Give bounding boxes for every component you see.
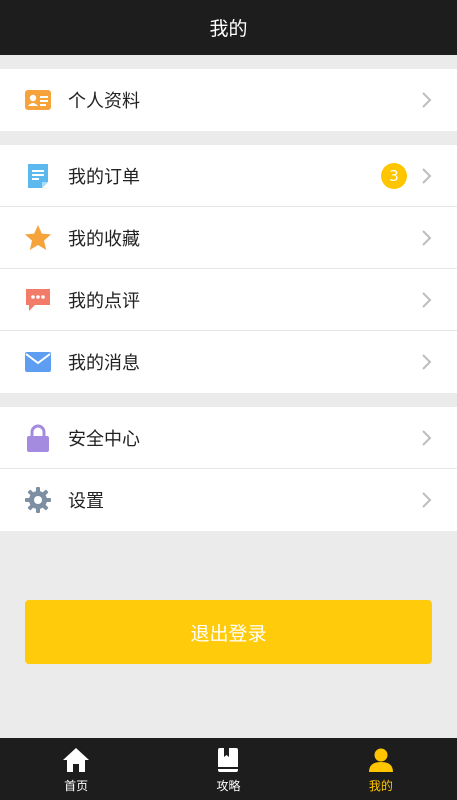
- chevron-right-icon: [422, 429, 432, 446]
- order-icon: [24, 162, 52, 190]
- menu-item-messages[interactable]: 我的消息: [0, 331, 457, 393]
- menu-item-label: 我的消息: [68, 353, 140, 374]
- menu-item-settings[interactable]: 设置: [0, 469, 457, 531]
- menu-item-label: 我的订单: [68, 166, 140, 188]
- order-count-badge: 3: [381, 162, 407, 189]
- menu-item-favorites[interactable]: 我的收藏: [0, 207, 457, 269]
- page-title: 我的: [209, 18, 248, 40]
- profile-card-icon: [24, 86, 52, 114]
- chevron-right-icon: [422, 291, 432, 308]
- menu-item-orders[interactable]: 我的订单 3: [0, 145, 457, 207]
- menu-item-label: 设置: [68, 491, 104, 512]
- comment-icon: [24, 286, 52, 314]
- tab-mine[interactable]: 我的: [305, 738, 457, 800]
- menu-group-settings: 安全中心 设置: [0, 407, 457, 531]
- menu-group-activity: 我的订单 3 我的收藏 我的点评 我的消息: [0, 145, 457, 393]
- lock-icon: [24, 424, 52, 452]
- menu-item-label: 个人资料: [68, 91, 140, 112]
- chevron-right-icon: [422, 354, 432, 370]
- tab-label: 攻略: [216, 778, 241, 793]
- chevron-right-icon: [422, 92, 432, 108]
- chevron-right-icon: [422, 492, 432, 508]
- menu-item-label: 安全中心: [68, 428, 140, 450]
- tab-home[interactable]: 首页: [0, 738, 152, 800]
- header-bar: 我的: [0, 0, 457, 55]
- tab-label: 首页: [64, 778, 89, 793]
- gear-icon: [24, 486, 52, 514]
- menu-item-security[interactable]: 安全中心: [0, 407, 457, 469]
- menu-item-profile[interactable]: 个人资料: [0, 69, 457, 131]
- tab-label: 我的: [368, 778, 393, 793]
- menu-item-label: 我的收藏: [68, 228, 140, 250]
- guide-book-icon: [217, 745, 239, 775]
- menu-item-reviews[interactable]: 我的点评: [0, 269, 457, 331]
- chevron-right-icon: [422, 229, 432, 246]
- chevron-right-icon: [422, 167, 432, 184]
- menu-item-label: 我的点评: [68, 290, 140, 312]
- tab-guide[interactable]: 攻略: [152, 738, 304, 800]
- home-icon: [62, 745, 90, 775]
- menu-group-profile: 个人资料: [0, 69, 457, 131]
- bottom-tab-bar: 首页 攻略 我的: [0, 738, 457, 800]
- user-icon: [368, 745, 394, 775]
- mail-icon: [24, 348, 52, 376]
- logout-button[interactable]: 退出登录: [25, 600, 432, 664]
- star-icon: [24, 224, 52, 252]
